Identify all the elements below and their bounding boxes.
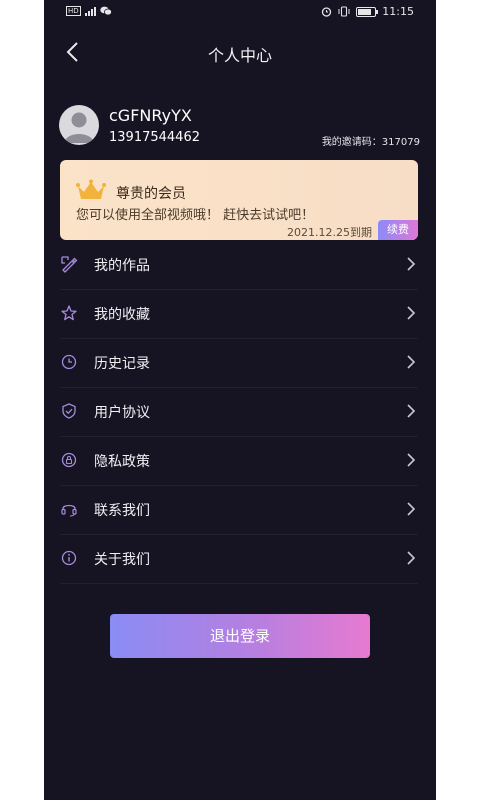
- invite-code[interactable]: 我的邀请码：317079: [322, 133, 420, 148]
- status-bar: HD 11:15: [44, 0, 436, 24]
- vibrate-icon: [338, 6, 350, 17]
- menu-item-about-us[interactable]: 关于我们: [60, 535, 418, 584]
- menu-item-user-agreement[interactable]: 用户协议: [60, 388, 418, 437]
- menu-item-label: 隐私政策: [94, 454, 150, 470]
- alarm-icon: [322, 7, 332, 17]
- crown-icon: [76, 179, 106, 199]
- headset-icon: [61, 504, 77, 517]
- menu-item-label: 联系我们: [94, 503, 150, 519]
- star-icon: [61, 305, 77, 321]
- avatar[interactable]: [59, 105, 99, 145]
- chevron-right-icon: [407, 404, 416, 418]
- chevron-right-icon: [407, 453, 416, 467]
- username: cGFNRyYX: [109, 106, 192, 125]
- menu-list: 我的作品 我的收藏 历史记录 用户协议 隐私政策 联系我们 关于我们: [60, 241, 418, 584]
- battery-icon: [356, 6, 379, 17]
- app-screen: HD 11:15 个人中心 cGFNRyYX 13917544462 我的邀请码…: [44, 0, 436, 800]
- menu-item-history[interactable]: 历史记录: [60, 339, 418, 388]
- chevron-right-icon: [407, 355, 416, 369]
- vip-description: 您可以使用全部视频哦！ 赶快去试试吧！: [76, 208, 315, 223]
- vip-card[interactable]: 尊贵的会员 您可以使用全部视频哦！ 赶快去试试吧！ 2021.12.25到期 续…: [60, 160, 418, 240]
- shield-check-icon: [62, 403, 76, 419]
- menu-item-label: 历史记录: [94, 356, 150, 372]
- logout-button[interactable]: 退出登录: [110, 614, 370, 658]
- chevron-right-icon: [407, 551, 416, 565]
- info-icon: [61, 550, 77, 566]
- clock-icon: [61, 354, 77, 370]
- menu-item-label: 关于我们: [94, 552, 150, 568]
- menu-item-privacy-policy[interactable]: 隐私政策: [60, 437, 418, 486]
- vip-title: 尊贵的会员: [116, 186, 186, 202]
- menu-item-label: 用户协议: [94, 405, 150, 421]
- menu-item-contact-us[interactable]: 联系我们: [60, 486, 418, 535]
- lock-icon: [61, 452, 77, 468]
- status-time: 11:15: [382, 5, 414, 18]
- pencil-ruler-icon: [61, 256, 78, 273]
- header: 个人中心: [44, 30, 436, 74]
- chevron-right-icon: [407, 257, 416, 271]
- renew-button[interactable]: 续费: [378, 220, 418, 240]
- menu-item-label: 我的作品: [94, 258, 150, 274]
- phone-number: 13917544462: [109, 130, 200, 145]
- chevron-right-icon: [407, 502, 416, 516]
- status-right: 11:15: [321, 5, 414, 18]
- wechat-icon: [99, 6, 112, 16]
- signal-icon: [84, 6, 96, 16]
- menu-item-favorites[interactable]: 我的收藏: [60, 290, 418, 339]
- menu-item-label: 我的收藏: [94, 307, 150, 323]
- hd-badge: HD: [66, 6, 81, 16]
- page-title: 个人中心: [207, 46, 272, 65]
- chevron-right-icon: [407, 306, 416, 320]
- menu-item-my-works[interactable]: 我的作品: [60, 241, 418, 290]
- vip-expire-date: 2021.12.25到期: [287, 226, 372, 239]
- user-avatar-icon: [64, 112, 94, 143]
- status-left: HD: [66, 6, 112, 16]
